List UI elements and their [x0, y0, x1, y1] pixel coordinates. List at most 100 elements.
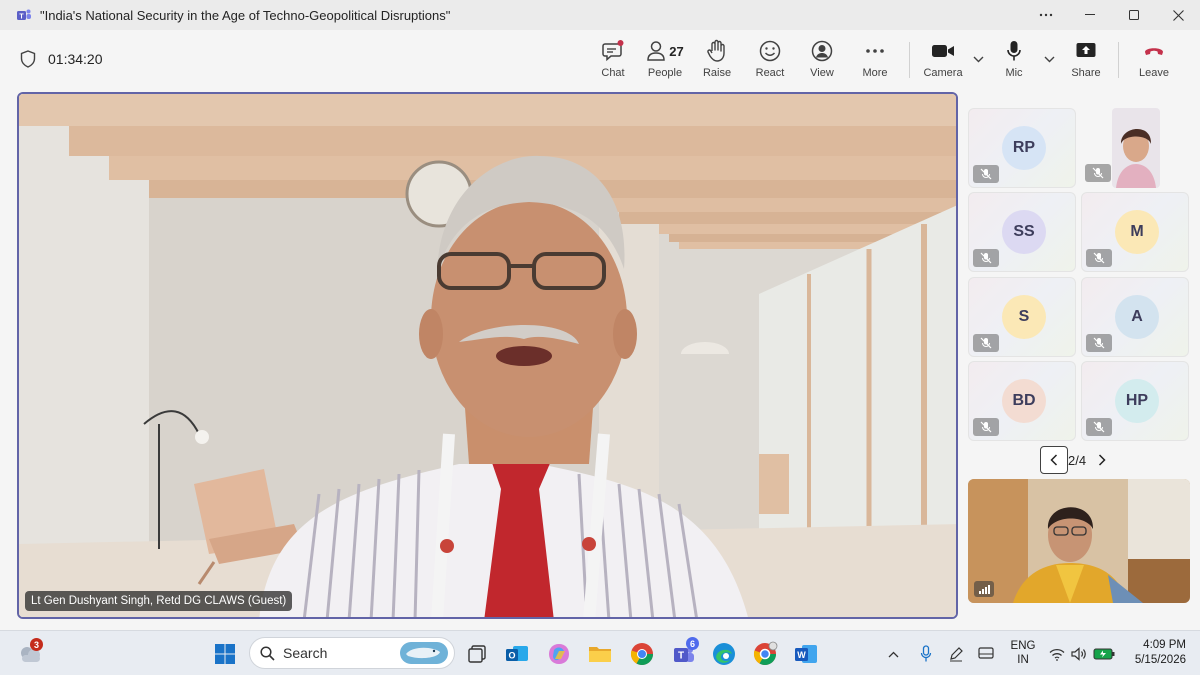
- microphone-icon: [920, 645, 932, 662]
- tray-volume[interactable]: [1068, 640, 1090, 668]
- previous-page-button[interactable]: [1040, 446, 1068, 474]
- participant-tile[interactable]: RP: [968, 108, 1076, 188]
- input-language[interactable]: ENG IN: [1008, 639, 1038, 667]
- toolbar-divider: [1118, 42, 1119, 78]
- minimize-button[interactable]: [1068, 0, 1112, 30]
- view-label: View: [810, 67, 834, 79]
- task-view-button[interactable]: [463, 640, 491, 668]
- chevron-down-icon: [973, 56, 983, 62]
- muted-mic-icon: [973, 165, 999, 183]
- people-label: People: [647, 67, 683, 79]
- avatar: A: [1115, 295, 1159, 339]
- battery-charging-icon: [1093, 648, 1115, 660]
- participant-tile[interactable]: SS: [968, 192, 1076, 272]
- leave-button[interactable]: Leave: [1128, 39, 1180, 79]
- edge-icon: [713, 643, 735, 665]
- avatar: BD: [1002, 379, 1046, 423]
- taskbar-file-explorer[interactable]: [586, 640, 614, 668]
- more-button[interactable]: More: [849, 39, 901, 79]
- next-page-button[interactable]: [1092, 446, 1112, 474]
- show-hidden-icons-button[interactable]: [883, 640, 903, 668]
- teams-badge: 6: [686, 637, 699, 650]
- svg-text:O: O: [508, 651, 515, 661]
- title-bar: T "India's National Security in the Age …: [0, 0, 1200, 30]
- muted-mic-icon: [973, 334, 999, 352]
- word-icon: W: [795, 645, 817, 663]
- teams-app-icon: T: [17, 9, 31, 21]
- participant-photo: [1112, 108, 1160, 188]
- main-speaker-video[interactable]: Lt Gen Dushyant Singh, Retd DG CLAWS (Gu…: [17, 92, 958, 619]
- raise-hand-button[interactable]: Raise: [691, 39, 743, 79]
- more-options-button[interactable]: [1024, 0, 1068, 30]
- taskbar-chrome-profile[interactable]: [752, 640, 780, 668]
- start-button[interactable]: [211, 640, 239, 668]
- windows-logo-icon: [215, 644, 235, 664]
- avatar: HP: [1115, 379, 1159, 423]
- tray-battery[interactable]: [1092, 640, 1116, 668]
- mic-label: Mic: [1005, 67, 1023, 79]
- video-frame-image: [19, 94, 956, 617]
- share-label: Share: [1071, 67, 1101, 79]
- tray-wifi[interactable]: [1046, 640, 1068, 668]
- search-highlight-whale-icon: [400, 642, 448, 664]
- taskbar-chrome[interactable]: [628, 640, 656, 668]
- pen-icon: [950, 647, 963, 662]
- people-count: 27: [669, 43, 684, 59]
- chevron-left-icon: [1050, 454, 1058, 466]
- participant-tile[interactable]: BD: [968, 361, 1076, 441]
- camera-button[interactable]: Camera: [917, 39, 969, 79]
- tray-pen[interactable]: [944, 640, 968, 668]
- view-person-icon: [811, 40, 833, 62]
- share-screen-icon: [1076, 43, 1096, 57]
- raise-label: Raise: [702, 67, 732, 79]
- chat-button[interactable]: Chat: [587, 39, 639, 79]
- taskbar-clock[interactable]: 4:09 PM 5/15/2026: [1135, 638, 1186, 668]
- taskbar-copilot[interactable]: [545, 640, 573, 668]
- clock-date: 5/15/2026: [1134, 654, 1186, 666]
- close-button[interactable]: [1156, 0, 1200, 30]
- camera-options-button[interactable]: [971, 52, 985, 66]
- participant-tile[interactable]: HP: [1081, 361, 1189, 441]
- avatar: S: [1002, 295, 1046, 339]
- participant-tile[interactable]: A: [1081, 277, 1189, 357]
- view-button[interactable]: View: [796, 39, 848, 79]
- svg-text:T: T: [19, 14, 24, 21]
- self-preview-video[interactable]: [968, 479, 1190, 603]
- participant-tile[interactable]: S: [968, 277, 1076, 357]
- participant-tile-photo[interactable]: [1112, 108, 1160, 188]
- taskbar-word[interactable]: W: [792, 640, 820, 668]
- chevron-down-icon: [1044, 56, 1054, 62]
- search-icon: [260, 645, 275, 661]
- react-button[interactable]: React: [744, 39, 796, 79]
- avatar: SS: [1002, 210, 1046, 254]
- leave-label: Leave: [1139, 67, 1169, 79]
- taskbar-search[interactable]: Search: [249, 637, 455, 669]
- participant-tile[interactable]: M: [1081, 192, 1189, 272]
- muted-mic-icon: [973, 418, 999, 436]
- taskbar-edge[interactable]: [710, 640, 738, 668]
- tray-microphone[interactable]: [914, 640, 938, 668]
- camera-icon: [932, 45, 954, 57]
- share-button[interactable]: Share: [1060, 39, 1112, 79]
- taskbar-outlook[interactable]: O: [503, 640, 531, 668]
- people-button[interactable]: 27 People: [639, 39, 691, 79]
- outlook-icon: O: [506, 646, 528, 661]
- connection-signal-icon: [974, 581, 994, 597]
- folder-icon: [589, 647, 611, 662]
- meeting-toolbar: 01:34:20 Chat 27 People Raise React View…: [0, 30, 1200, 86]
- more-label: More: [862, 67, 888, 79]
- close-icon: [1172, 9, 1184, 21]
- display-icon: [978, 647, 994, 659]
- mic-options-button[interactable]: [1042, 52, 1056, 66]
- gallery-pager: 2/4: [1040, 446, 1112, 474]
- speaker-name-tag: Lt Gen Dushyant Singh, Retd DG CLAWS (Gu…: [25, 591, 293, 611]
- maximize-icon: [1129, 10, 1139, 20]
- maximize-button[interactable]: [1112, 0, 1156, 30]
- mic-button[interactable]: Mic: [988, 39, 1040, 79]
- svg-text:W: W: [797, 650, 806, 660]
- window-title: "India's National Security in the Age of…: [40, 7, 451, 23]
- muted-mic-icon: [1086, 334, 1112, 352]
- svg-text:T: T: [678, 651, 684, 662]
- tray-display[interactable]: [974, 640, 998, 668]
- task-view-icon: [468, 645, 486, 663]
